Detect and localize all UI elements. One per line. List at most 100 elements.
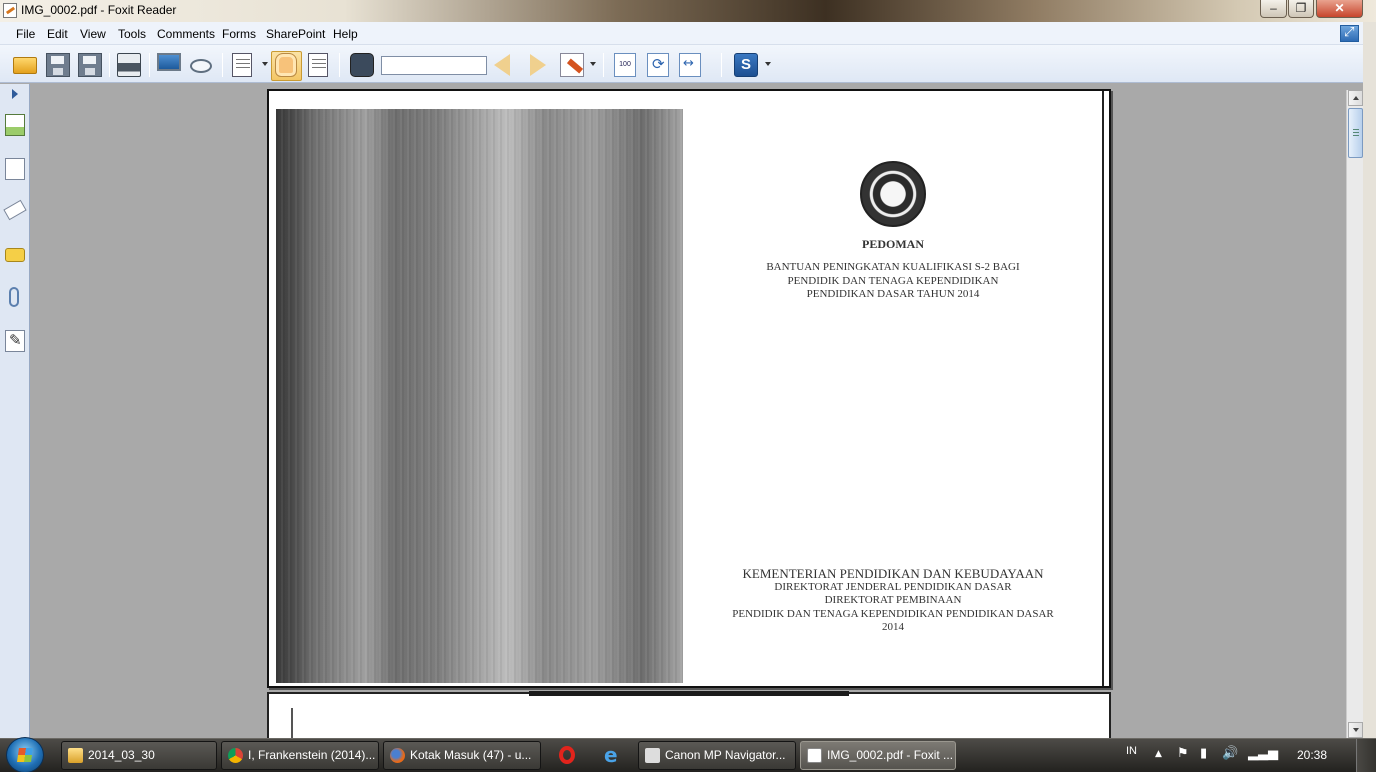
- fullscreen-icon[interactable]: [1340, 25, 1359, 42]
- rotate-icon[interactable]: [647, 53, 669, 77]
- show-hidden-icons-icon[interactable]: ▲: [1155, 749, 1162, 759]
- menu-help[interactable]: Help: [333, 27, 358, 41]
- highlight-tool-icon[interactable]: [560, 53, 584, 77]
- taskbar-item-label: Canon MP Navigator...: [665, 748, 786, 762]
- scroll-up-arrow-icon[interactable]: [1348, 90, 1363, 106]
- toolbar-divider: [603, 53, 604, 77]
- comments-panel-icon[interactable]: [5, 248, 25, 262]
- menu-tools[interactable]: Tools: [118, 27, 146, 41]
- taskbar-item-chrome[interactable]: I, Frankenstein (2014)...: [221, 741, 379, 770]
- highlight-dropdown-icon[interactable]: [590, 62, 596, 66]
- print-icon[interactable]: [117, 53, 141, 77]
- page-layout-icon[interactable]: [232, 53, 252, 77]
- toolbar-divider: [222, 53, 223, 77]
- taskbar-item-label: 2014_03_30: [88, 748, 155, 762]
- canon-icon: [645, 748, 660, 763]
- menu-bar: File Edit View Tools Comments Forms Shar…: [0, 22, 1366, 45]
- language-indicator[interactable]: IN: [1126, 745, 1137, 757]
- pdf-page-next: [267, 691, 1111, 738]
- taskbar-item-firefox[interactable]: Kotak Masuk (47) - u...: [383, 741, 541, 770]
- start-button[interactable]: [6, 737, 44, 772]
- toolbar: 100: [0, 45, 1366, 83]
- toolbar-divider: [109, 53, 110, 77]
- sharepoint-icon[interactable]: [734, 53, 758, 77]
- taskbar-item-label: I, Frankenstein (2014)...: [248, 748, 376, 762]
- taskbar-item-label: Kotak Masuk (47) - u...: [410, 748, 532, 762]
- network-signal-icon[interactable]: ▂▃▅: [1248, 746, 1278, 761]
- maximize-button[interactable]: ❐: [1288, 0, 1314, 18]
- taskbar-item-foxit[interactable]: IMG_0002.pdf - Foxit ...: [800, 741, 956, 770]
- menu-comments[interactable]: Comments: [157, 27, 215, 41]
- show-desktop-button[interactable]: [1356, 739, 1376, 772]
- scroll-thumb[interactable]: [1348, 108, 1363, 158]
- scroll-down-arrow-icon[interactable]: [1348, 722, 1363, 738]
- read-mode-icon[interactable]: [190, 59, 212, 73]
- cover-subtitle-line: PENDIDIKAN DASAR TAHUN 2014: [806, 288, 980, 300]
- taskbar-item-folder[interactable]: 2014_03_30: [61, 741, 217, 770]
- pdf-page: PEDOMAN BANTUAN PENINGKATAN KUALIFIKASI …: [267, 89, 1111, 688]
- title-bar: IMG_0002.pdf - Foxit Reader – ❐ ✕: [0, 0, 1376, 22]
- tut-wuri-handayani-emblem: [860, 161, 926, 227]
- action-center-flag-icon[interactable]: ⚑: [1177, 746, 1189, 761]
- find-previous-icon[interactable]: [494, 54, 510, 76]
- cover-subtitle-line: BANTUAN PENINGKATAN KUALIFIKASI S-2 BAGI: [766, 261, 1020, 273]
- layers-panel-icon[interactable]: [3, 199, 27, 221]
- foxit-icon: [807, 748, 822, 763]
- save-icon[interactable]: [46, 53, 70, 77]
- ministry-line: DIREKTORAT JENDERAL PENDIDIKAN DASAR: [774, 581, 1012, 593]
- minimize-button[interactable]: –: [1260, 0, 1287, 18]
- ministry-line: KEMENTERIAN PENDIDIKAN DAN KEBUDAYAAN: [742, 566, 1044, 581]
- close-button[interactable]: ✕: [1316, 0, 1363, 18]
- scanned-back-cover: [276, 109, 683, 683]
- attachments-paperclip-icon[interactable]: [9, 287, 19, 307]
- fullscreen-view-icon[interactable]: [157, 53, 181, 71]
- open-folder-icon[interactable]: [13, 57, 37, 74]
- ministry-year: 2014: [882, 621, 904, 633]
- navigation-panel: [0, 84, 30, 738]
- clock[interactable]: 20:38: [1297, 748, 1327, 762]
- folder-icon: [68, 748, 83, 763]
- ministry-line: PENDIDIK DAN TENAGA KEPENDIDIKAN PENDIDI…: [732, 608, 1054, 620]
- window-title: IMG_0002.pdf - Foxit Reader: [21, 3, 177, 17]
- menu-edit[interactable]: Edit: [47, 27, 68, 41]
- menu-sharepoint[interactable]: SharePoint: [266, 27, 325, 41]
- hand-tool-button[interactable]: [275, 53, 297, 77]
- bookmarks-panel-icon[interactable]: [5, 158, 25, 180]
- find-next-icon[interactable]: [530, 54, 546, 76]
- cover-subtitle-line: PENDIDIK DAN TENAGA KEPENDIDIKAN: [787, 275, 999, 287]
- chrome-icon: [228, 748, 243, 763]
- pages-panel-icon[interactable]: [5, 114, 25, 136]
- taskbar: 2014_03_30 I, Frankenstein (2014)... Kot…: [0, 737, 1376, 772]
- windows-logo-icon: [17, 748, 33, 762]
- signature-panel-icon[interactable]: [5, 330, 25, 352]
- cover-title: PEDOMAN: [862, 237, 924, 251]
- document-viewport[interactable]: PEDOMAN BANTUAN PENINGKATAN KUALIFIKASI …: [31, 84, 1346, 738]
- menu-file[interactable]: File: [16, 27, 35, 41]
- opera-icon[interactable]: [559, 746, 575, 764]
- internet-explorer-icon[interactable]: e: [604, 743, 618, 767]
- binoculars-find-icon[interactable]: [350, 53, 374, 77]
- foxit-app-icon: [3, 3, 17, 18]
- select-text-icon[interactable]: [308, 53, 328, 77]
- find-input[interactable]: [381, 56, 487, 75]
- firefox-icon: [390, 748, 405, 763]
- toolbar-divider: [339, 53, 340, 77]
- panel-expand-arrow-icon[interactable]: [12, 89, 18, 99]
- actual-size-icon[interactable]: 100: [614, 53, 636, 77]
- save-as-icon[interactable]: [78, 53, 102, 77]
- page-layout-dropdown-icon[interactable]: [262, 62, 268, 66]
- power-icon[interactable]: ▮: [1200, 746, 1207, 761]
- menu-view[interactable]: View: [80, 27, 106, 41]
- fit-width-icon[interactable]: [679, 53, 701, 77]
- toolbar-divider: [721, 53, 722, 77]
- page-scan-line: [291, 708, 293, 738]
- sharepoint-dropdown-icon[interactable]: [765, 62, 771, 66]
- taskbar-item-label: IMG_0002.pdf - Foxit ...: [827, 748, 954, 762]
- volume-icon[interactable]: 🔊: [1222, 746, 1238, 761]
- page-scan-mark: [529, 691, 849, 696]
- menu-forms[interactable]: Forms: [222, 27, 256, 41]
- vertical-scrollbar[interactable]: [1346, 90, 1363, 738]
- taskbar-item-canon[interactable]: Canon MP Navigator...: [638, 741, 796, 770]
- toolbar-divider: [149, 53, 150, 77]
- ministry-line: DIREKTORAT PEMBINAAN: [824, 594, 962, 606]
